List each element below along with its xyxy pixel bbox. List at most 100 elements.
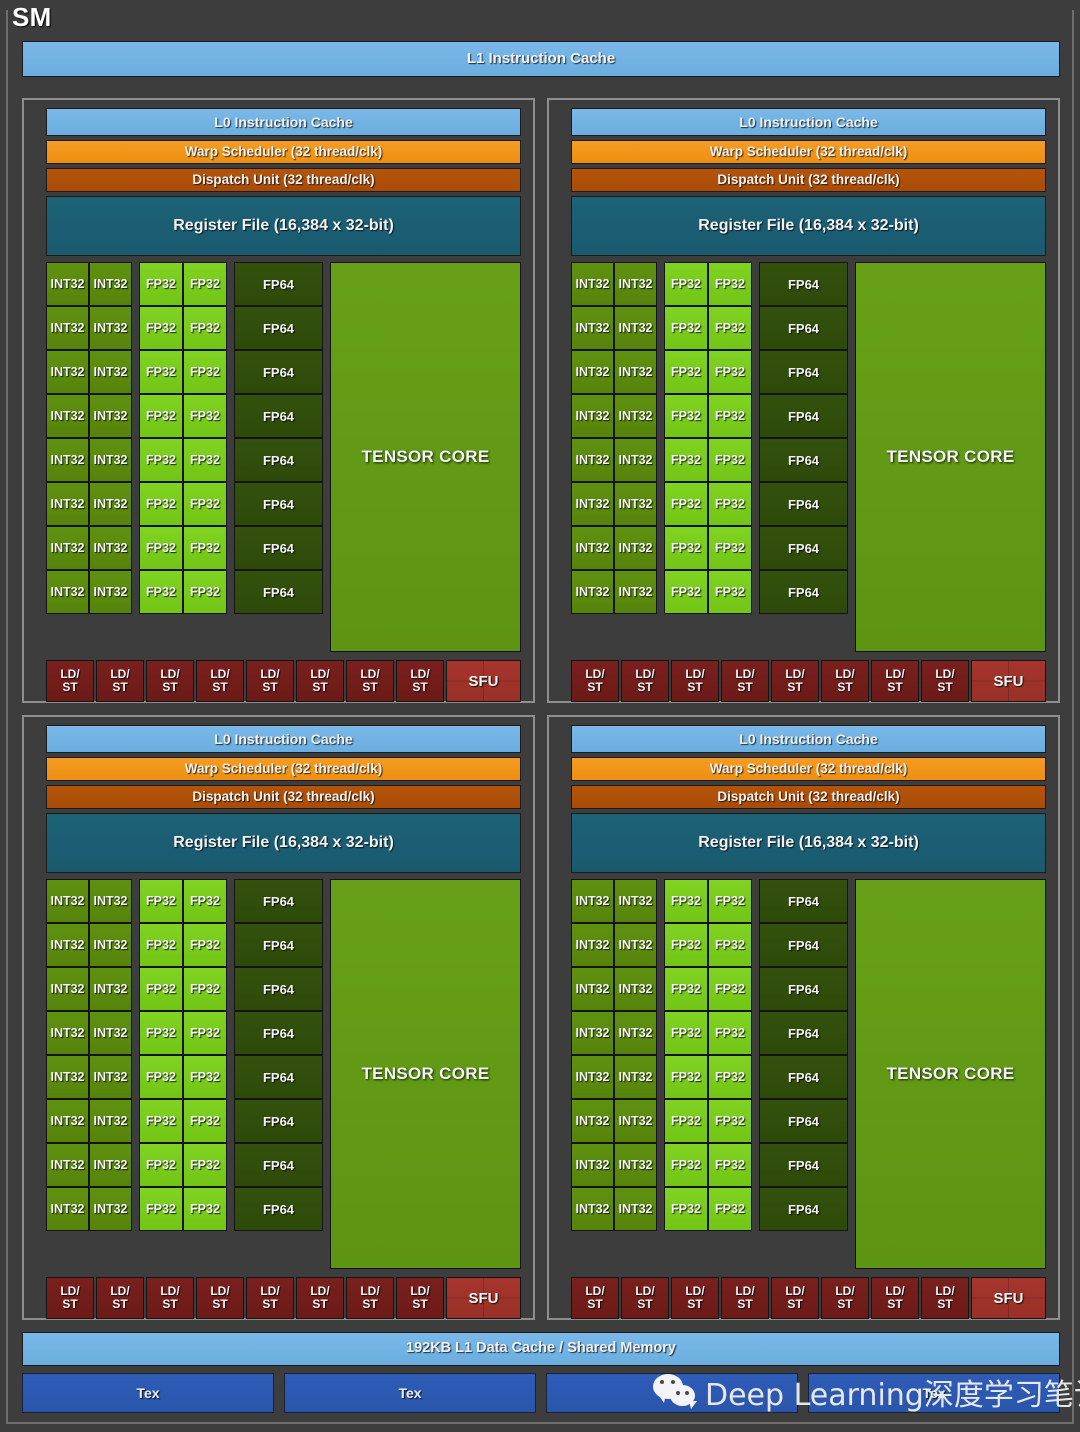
fp32-core: FP32	[139, 570, 183, 614]
int32-core: INT32	[571, 306, 614, 350]
core-row: FP64	[234, 1187, 323, 1231]
fp64-core: FP64	[759, 879, 848, 923]
ld-st-unit: LD/ST	[821, 660, 869, 702]
int32-core: INT32	[614, 967, 657, 1011]
fp32-core: FP32	[708, 482, 752, 526]
core-row: FP32 FP32	[139, 967, 227, 1011]
int32-column-group: INT32 INT32 INT32 INT32 INT32 INT32 INT32 INT32…	[46, 879, 132, 1269]
int32-core: INT32	[89, 1143, 132, 1187]
ld-st-unit: LD/ST	[96, 1277, 144, 1319]
core-row: FP64	[234, 570, 323, 614]
int32-column-group: INT32 INT32 INT32 INT32 INT32 INT32 INT32 INT32…	[571, 262, 657, 652]
core-row: FP32 FP32	[139, 1055, 227, 1099]
core-row: FP32 FP32	[664, 262, 752, 306]
ld-st-unit: LD/ST	[96, 660, 144, 702]
fp32-core: FP32	[183, 1187, 227, 1231]
fp32-core: FP32	[139, 923, 183, 967]
core-row: INT32 INT32	[571, 570, 657, 614]
core-row: FP64	[759, 923, 848, 967]
fp64-core: FP64	[234, 1099, 323, 1143]
fp32-core: FP32	[708, 438, 752, 482]
fp64-core: FP64	[759, 1055, 848, 1099]
fp32-core: FP32	[708, 262, 752, 306]
page-title: SM	[12, 2, 52, 32]
dispatch-unit-block: Dispatch Unit (32 thread/clk)	[571, 785, 1046, 809]
fp32-core: FP32	[708, 394, 752, 438]
core-row: INT32 INT32	[46, 1187, 132, 1231]
fp64-core: FP64	[234, 350, 323, 394]
int32-core: INT32	[614, 1143, 657, 1187]
fp64-core: FP64	[234, 1011, 323, 1055]
ld-st-unit: LD/ST	[246, 660, 294, 702]
int32-core: INT32	[614, 306, 657, 350]
fp64-core: FP64	[759, 1187, 848, 1231]
int32-core: INT32	[46, 262, 89, 306]
core-row: FP32 FP32	[664, 923, 752, 967]
fp64-core: FP64	[234, 1143, 323, 1187]
ldst-sfu-row: LD/ST LD/ST LD/ST LD/ST LD/ST LD/ST LD/ST LD/ST…	[46, 1277, 521, 1319]
fp32-core: FP32	[139, 1143, 183, 1187]
fp64-core: FP64	[759, 923, 848, 967]
fp32-core: FP32	[183, 879, 227, 923]
fp64-core: FP64	[759, 306, 848, 350]
core-row: FP64	[234, 1143, 323, 1187]
fp32-core: FP32	[183, 570, 227, 614]
fp64-core: FP64	[234, 482, 323, 526]
int32-core: INT32	[46, 1011, 89, 1055]
core-row: FP32 FP32	[139, 1099, 227, 1143]
l0-instruction-cache-block: L0 Instruction Cache	[571, 725, 1046, 753]
l1-instruction-cache-block: L1 Instruction Cache	[22, 41, 1060, 77]
core-row: FP32 FP32	[139, 1011, 227, 1055]
tensor-core-block: TENSOR CORE	[855, 262, 1046, 652]
ld-st-unit: LD/ST	[396, 660, 444, 702]
fp32-core: FP32	[183, 526, 227, 570]
core-row: FP64	[234, 1055, 323, 1099]
fp32-core: FP32	[139, 306, 183, 350]
core-row: FP64	[759, 438, 848, 482]
int32-column-group: INT32 INT32 INT32 INT32 INT32 INT32 INT32 INT32…	[46, 262, 132, 652]
fp64-core: FP64	[234, 1187, 323, 1231]
core-row: FP32 FP32	[664, 438, 752, 482]
fp32-core: FP32	[183, 350, 227, 394]
dispatch-unit-block: Dispatch Unit (32 thread/clk)	[46, 168, 521, 192]
fp64-core: FP64	[234, 526, 323, 570]
fp64-core: FP64	[759, 1143, 848, 1187]
core-row: FP64	[234, 1011, 323, 1055]
core-row: INT32 INT32	[571, 394, 657, 438]
int32-core: INT32	[46, 526, 89, 570]
core-row: FP64	[759, 570, 848, 614]
int32-core: INT32	[89, 967, 132, 1011]
fp32-core: FP32	[664, 1011, 708, 1055]
core-row: FP32 FP32	[664, 879, 752, 923]
core-row: FP64	[759, 306, 848, 350]
sfu-unit: SFU	[446, 660, 521, 702]
core-row: FP64	[234, 350, 323, 394]
int32-core: INT32	[571, 1187, 614, 1231]
tex-unit: Tex	[22, 1373, 274, 1413]
fp64-column-group: FP64 FP64 FP64 FP64 FP64 FP64 FP64 FP64	[759, 262, 848, 652]
int32-core: INT32	[46, 350, 89, 394]
int32-core: INT32	[571, 482, 614, 526]
core-row: FP32 FP32	[139, 350, 227, 394]
fp32-core: FP32	[708, 350, 752, 394]
core-row: FP64	[759, 967, 848, 1011]
fp32-core: FP32	[664, 262, 708, 306]
fp64-core: FP64	[759, 394, 848, 438]
core-row: INT32 INT32	[571, 879, 657, 923]
core-row: FP32 FP32	[664, 570, 752, 614]
int32-core: INT32	[571, 570, 614, 614]
ld-st-unit: LD/ST	[621, 660, 669, 702]
core-row: INT32 INT32	[46, 1143, 132, 1187]
processing-block-2: L0 Instruction Cache Warp Scheduler (32 …	[547, 98, 1060, 703]
ldst-sfu-row: LD/ST LD/ST LD/ST LD/ST LD/ST LD/ST LD/ST LD/ST…	[46, 660, 521, 702]
int32-core: INT32	[614, 923, 657, 967]
processing-block-1: L0 Instruction Cache Warp Scheduler (32 …	[22, 98, 535, 703]
fp32-core: FP32	[664, 1099, 708, 1143]
core-row: INT32 INT32	[571, 967, 657, 1011]
core-row: FP64	[759, 262, 848, 306]
fp32-core: FP32	[183, 923, 227, 967]
int32-core: INT32	[614, 526, 657, 570]
int32-core: INT32	[571, 923, 614, 967]
core-row: INT32 INT32	[571, 1011, 657, 1055]
fp32-core: FP32	[664, 1187, 708, 1231]
